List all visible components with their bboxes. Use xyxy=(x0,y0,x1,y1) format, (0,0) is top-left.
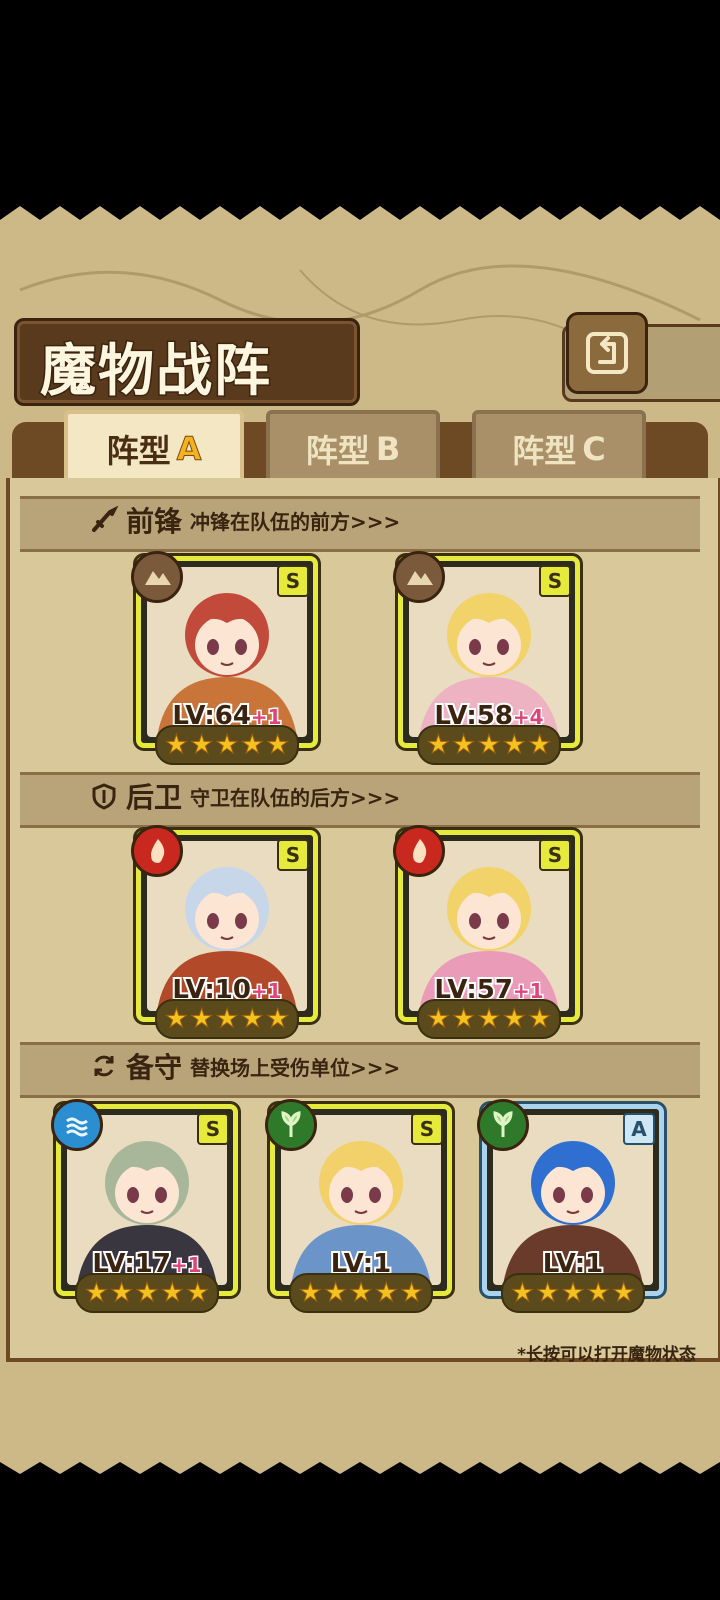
star-icon: ★ xyxy=(527,730,552,760)
tab-formation-c[interactable]: 阵型 C xyxy=(472,410,646,488)
shield-icon xyxy=(92,783,116,810)
star-icon: ★ xyxy=(298,1278,323,1308)
water-element-icon xyxy=(51,1099,103,1151)
earth-element-icon xyxy=(393,551,445,603)
rank-badge: S xyxy=(277,565,309,597)
tab-formation-b[interactable]: 阵型 B xyxy=(266,410,440,488)
star-icon: ★ xyxy=(160,1278,184,1308)
star-icon: ★ xyxy=(399,1278,424,1308)
section-rearguard: 后卫 守卫在队伍的后方>>> xyxy=(90,776,400,816)
star-icon: ★ xyxy=(265,730,290,760)
unit-card[interactable]: S LV:17+1 ★ ★ ★ ★ ★ xyxy=(51,1099,238,1313)
back-arrow-icon xyxy=(586,332,628,374)
star-icon: ★ xyxy=(164,1004,189,1034)
star-icon: ★ xyxy=(477,730,501,760)
rank-badge: S xyxy=(539,565,571,597)
star-icon: ★ xyxy=(586,1278,610,1308)
star-rating: ★ ★ ★ ★ ★ xyxy=(155,725,299,765)
section-reserve: 备守 替换场上受伤单位>>> xyxy=(90,1046,400,1086)
fire-element-icon xyxy=(131,825,183,877)
star-icon: ★ xyxy=(502,1004,526,1034)
star-icon: ★ xyxy=(190,730,214,760)
star-icon: ★ xyxy=(477,1004,501,1034)
star-rating: ★ ★ ★ ★ ★ xyxy=(75,1273,219,1313)
star-icon: ★ xyxy=(426,1004,451,1034)
formation-panel: 魔物战阵 阵型 A 阵型 B 阵型 C 前锋 冲锋在队伍的前方>>> 后卫 守卫在队伍… xyxy=(0,200,720,1480)
star-icon: ★ xyxy=(215,730,239,760)
section-vanguard: 前锋 冲锋在队伍的前方>>> xyxy=(90,500,400,540)
star-icon: ★ xyxy=(536,1278,560,1308)
unit-card[interactable]: S LV:58+4 ★ ★ ★ ★ ★ xyxy=(393,551,580,765)
star-icon: ★ xyxy=(611,1278,636,1308)
star-icon: ★ xyxy=(527,1004,552,1034)
star-icon: ★ xyxy=(349,1278,373,1308)
star-rating: ★ ★ ★ ★ ★ xyxy=(155,999,299,1039)
nature-element-icon xyxy=(265,1099,317,1151)
rank-badge: S xyxy=(411,1113,443,1145)
star-rating: ★ ★ ★ ★ ★ xyxy=(289,1273,433,1313)
star-icon: ★ xyxy=(452,1004,476,1034)
back-button[interactable] xyxy=(566,312,648,394)
sword-icon xyxy=(92,506,118,532)
star-icon: ★ xyxy=(561,1278,585,1308)
unit-card[interactable]: S LV:57+1 ★ ★ ★ ★ ★ xyxy=(393,825,580,1039)
unit-card[interactable]: S LV:1 ★ ★ ★ ★ ★ xyxy=(265,1099,452,1313)
bottom-serrated-edge xyxy=(0,1462,720,1480)
rank-badge: A xyxy=(623,1113,655,1145)
earth-element-icon xyxy=(131,551,183,603)
unit-card[interactable]: S LV:64+1 ★ ★ ★ ★ ★ xyxy=(131,551,318,765)
unit-card[interactable]: A LV:1 ★ ★ ★ ★ ★ xyxy=(477,1099,664,1313)
star-icon: ★ xyxy=(374,1278,398,1308)
star-icon: ★ xyxy=(185,1278,210,1308)
fire-element-icon xyxy=(393,825,445,877)
star-icon: ★ xyxy=(84,1278,109,1308)
star-icon: ★ xyxy=(426,730,451,760)
star-icon: ★ xyxy=(265,1004,290,1034)
long-press-hint: *长按可以打开魔物状态 xyxy=(517,1345,696,1365)
star-icon: ★ xyxy=(215,1004,239,1034)
star-icon: ★ xyxy=(135,1278,159,1308)
nature-element-icon xyxy=(477,1099,529,1151)
star-icon: ★ xyxy=(110,1278,134,1308)
rank-badge: S xyxy=(197,1113,229,1145)
star-rating: ★ ★ ★ ★ ★ xyxy=(417,999,561,1039)
rank-badge: S xyxy=(277,839,309,871)
star-icon: ★ xyxy=(164,730,189,760)
page-title: 魔物战阵 xyxy=(39,337,272,406)
tab-formation-a[interactable]: 阵型 A xyxy=(64,410,244,488)
star-rating: ★ ★ ★ ★ ★ xyxy=(501,1273,645,1313)
star-icon: ★ xyxy=(502,730,526,760)
star-icon: ★ xyxy=(324,1278,348,1308)
star-icon: ★ xyxy=(240,730,264,760)
star-icon: ★ xyxy=(452,730,476,760)
star-icon: ★ xyxy=(510,1278,535,1308)
star-rating: ★ ★ ★ ★ ★ xyxy=(417,725,561,765)
star-icon: ★ xyxy=(240,1004,264,1034)
star-icon: ★ xyxy=(190,1004,214,1034)
unit-card[interactable]: S LV:10+1 ★ ★ ★ ★ ★ xyxy=(131,825,318,1039)
swap-icon xyxy=(94,1055,114,1077)
rank-badge: S xyxy=(539,839,571,871)
